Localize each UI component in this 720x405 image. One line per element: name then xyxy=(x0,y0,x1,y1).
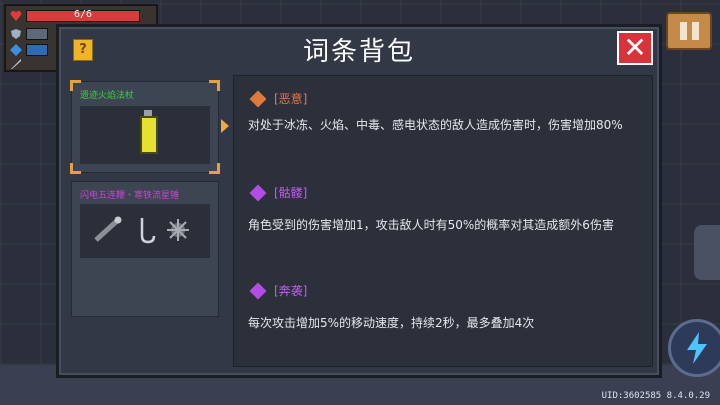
selection-pointer xyxy=(221,119,229,133)
energy-row xyxy=(10,44,48,56)
hook-icon xyxy=(140,218,156,244)
shield-icon xyxy=(11,29,21,39)
pause-button[interactable] xyxy=(666,12,712,50)
version-text: UID:3602585 8.4.0.29 xyxy=(601,391,710,401)
gem-icon xyxy=(249,282,267,299)
hp-text: 6/6 xyxy=(73,9,93,20)
skill-button[interactable] xyxy=(668,319,720,377)
heart-icon xyxy=(10,10,22,21)
item-icon-slot xyxy=(80,204,210,258)
modal-title: 词条背包 xyxy=(302,37,415,67)
item-name: 闪电五连鞭・寒铁流星锤 xyxy=(80,191,180,201)
affix-entry: [骷髅] 角色受到的伤害增加1，攻击敌人时有50%的概率对其造成额外6伤害 xyxy=(248,184,642,237)
lighter-icon xyxy=(140,110,158,154)
pause-icon xyxy=(679,22,687,40)
gem-icon xyxy=(249,184,267,201)
weapon-row xyxy=(10,58,26,70)
energy-icon xyxy=(10,44,22,56)
close-button[interactable]: ✕ xyxy=(617,31,653,65)
hp-row: 6/6 xyxy=(10,9,140,22)
affix-entry: [奔袭] 每次攻击增加5%的移动速度，持续2秒，最多叠加4次 xyxy=(248,282,642,335)
gem-icon xyxy=(249,90,267,107)
energy-bar xyxy=(26,44,48,56)
affix-entry: [恶意] 对处于冰冻、火焰、中毒、感电状态的敌人造成伤害时，伤害增加80% xyxy=(248,90,642,137)
affix-description: 角色受到的伤害增加1，攻击敌人时有50%的概率对其造成额外6伤害 xyxy=(248,218,614,232)
item-name: 遗迹火焰法杖 xyxy=(80,91,135,101)
affix-tag: [骷髅] xyxy=(274,186,308,200)
affix-description: 每次攻击增加5%的移动速度，持续2秒，最多叠加4次 xyxy=(248,316,535,330)
affix-bag-modal: ? 词条背包 ✕ 遗迹火焰法杖 闪电五连鞭・寒铁流星锤 [恶意] 对处于冰冻、火… xyxy=(56,24,662,378)
sword-icon xyxy=(11,59,21,69)
item-card-selected[interactable]: 遗迹火焰法杖 xyxy=(70,80,220,174)
affix-description: 对处于冰冻、火焰、中毒、感电状态的敌人造成伤害时，伤害增加80% xyxy=(248,118,623,132)
bone-club-icon xyxy=(94,216,122,242)
item-list: 遗迹火焰法杖 闪电五连鞭・寒铁流星锤 xyxy=(70,75,221,365)
item-icon-slot xyxy=(80,106,210,164)
affix-detail-panel: [恶意] 对处于冰冻、火焰、中毒、感电状态的敌人造成伤害时，伤害增加80% [骷… xyxy=(233,75,653,367)
weapon-swap-button[interactable] xyxy=(694,225,720,280)
armor-row xyxy=(10,28,48,40)
armor-bar xyxy=(26,28,48,40)
lightning-icon xyxy=(687,332,707,364)
item-card[interactable]: 闪电五连鞭・寒铁流星锤 xyxy=(71,181,219,317)
affix-tag: [恶意] xyxy=(274,92,308,106)
hp-bar: 6/6 xyxy=(26,9,140,22)
spiked-mace-icon xyxy=(167,219,189,241)
affix-tag: [奔袭] xyxy=(274,284,308,298)
